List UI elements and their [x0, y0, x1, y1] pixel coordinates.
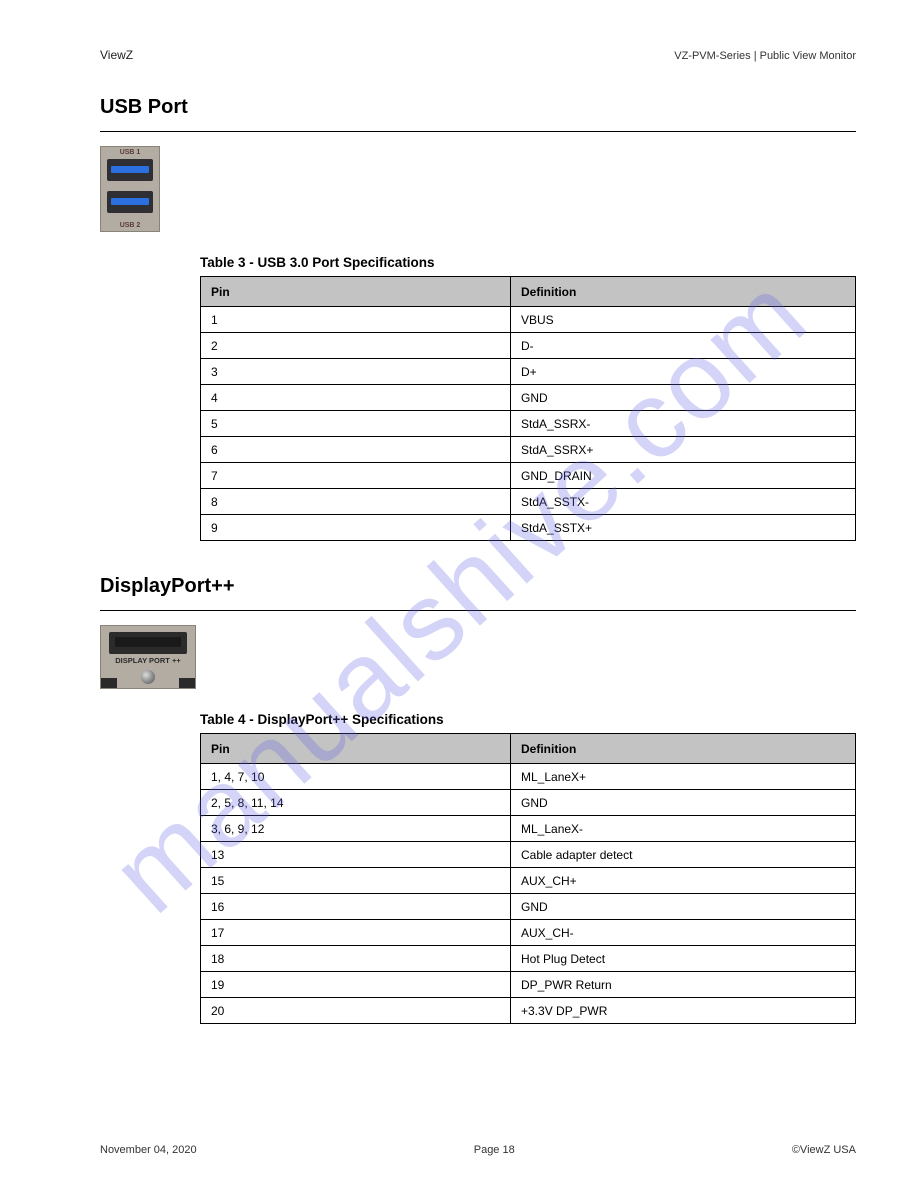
table-cell: StdA_SSTX+: [511, 515, 856, 541]
table-cell: 2: [201, 333, 511, 359]
usb-port-2-icon: [107, 191, 153, 213]
footer-page: Page 18: [474, 1144, 515, 1156]
bracket-right-icon: [179, 678, 195, 688]
table-row: 6StdA_SSRX+: [201, 437, 856, 463]
table-cell: +3.3V DP_PWR: [511, 998, 856, 1024]
table-block: Table 3 - USB 3.0 Port Specifications Pi…: [200, 255, 856, 541]
displayport-photo: DISPLAY PORT ++: [100, 625, 196, 689]
table-row: 3D+: [201, 359, 856, 385]
col-pin: Pin: [201, 734, 511, 764]
table-cell: 16: [201, 894, 511, 920]
table-cell: 17: [201, 920, 511, 946]
table-cell: 1: [201, 307, 511, 333]
table-row: 15AUX_CH+: [201, 868, 856, 894]
displayport-connector-icon: [109, 632, 187, 654]
section-title: DisplayPort++: [100, 575, 856, 598]
section-rule: [100, 610, 856, 611]
table-cell: 3: [201, 359, 511, 385]
bracket-left-icon: [101, 678, 117, 688]
footer-copyright: ©ViewZ USA: [792, 1144, 856, 1156]
table-row: 13Cable adapter detect: [201, 842, 856, 868]
table-cell: StdA_SSTX-: [511, 489, 856, 515]
table-row: 19DP_PWR Return: [201, 972, 856, 998]
table-row: 9StdA_SSTX+: [201, 515, 856, 541]
table-cell: StdA_SSRX+: [511, 437, 856, 463]
col-definition: Definition: [511, 277, 856, 307]
table-cell: Cable adapter detect: [511, 842, 856, 868]
table-row: 7GND_DRAIN: [201, 463, 856, 489]
table-cell: GND_DRAIN: [511, 463, 856, 489]
col-pin: Pin: [201, 277, 511, 307]
page-footer: November 04, 2020 Page 18 ©ViewZ USA: [100, 1144, 856, 1156]
usb-label-top: USB 1: [101, 149, 159, 156]
table-cell: 2, 5, 8, 11, 14: [201, 790, 511, 816]
table-cell: 4: [201, 385, 511, 411]
table-cell: 19: [201, 972, 511, 998]
table-row: 18Hot Plug Detect: [201, 946, 856, 972]
usb-spec-table: Pin Definition 1VBUS2D-3D+4GND5StdA_SSRX…: [200, 276, 856, 541]
table-cell: 13: [201, 842, 511, 868]
table-block: Table 4 - DisplayPort++ Specifications P…: [200, 712, 856, 1024]
dp-table-body: 1, 4, 7, 10ML_LaneX+2, 5, 8, 11, 14GND3,…: [201, 764, 856, 1024]
table-cell: GND: [511, 894, 856, 920]
table-row: 3, 6, 9, 12ML_LaneX-: [201, 816, 856, 842]
table-cell: 3, 6, 9, 12: [201, 816, 511, 842]
usb-label-bottom: USB 2: [101, 222, 159, 229]
table-cell: 1, 4, 7, 10: [201, 764, 511, 790]
page: ViewZ VZ-PVM-Series | Public View Monito…: [0, 0, 918, 1188]
table-cell: AUX_CH+: [511, 868, 856, 894]
table-row: 2D-: [201, 333, 856, 359]
table-cell: 20: [201, 998, 511, 1024]
table-caption: Table 4 - DisplayPort++ Specifications: [200, 712, 856, 727]
brand: ViewZ: [100, 48, 133, 62]
table-cell: StdA_SSRX-: [511, 411, 856, 437]
table-row: 16GND: [201, 894, 856, 920]
page-header: ViewZ VZ-PVM-Series | Public View Monito…: [100, 48, 856, 62]
table-row: 8StdA_SSTX-: [201, 489, 856, 515]
table-cell: Hot Plug Detect: [511, 946, 856, 972]
section-rule: [100, 131, 856, 132]
table-cell: ML_LaneX-: [511, 816, 856, 842]
table-cell: ML_LaneX+: [511, 764, 856, 790]
table-row: 4GND: [201, 385, 856, 411]
table-cell: D+: [511, 359, 856, 385]
section-usb: USB Port USB 1 USB 2 Table 3 - USB 3.0 P…: [100, 96, 856, 541]
table-cell: 15: [201, 868, 511, 894]
table-cell: 6: [201, 437, 511, 463]
usb-port-photo: USB 1 USB 2: [100, 146, 160, 232]
usb-table-body: 1VBUS2D-3D+4GND5StdA_SSRX-6StdA_SSRX+7GN…: [201, 307, 856, 541]
table-row: 2, 5, 8, 11, 14GND: [201, 790, 856, 816]
table-header-row: Pin Definition: [201, 734, 856, 764]
footer-date: November 04, 2020: [100, 1144, 197, 1156]
section-displayport: DisplayPort++ DISPLAY PORT ++ Table 4 - …: [100, 575, 856, 1024]
dp-spec-table: Pin Definition 1, 4, 7, 10ML_LaneX+2, 5,…: [200, 733, 856, 1024]
table-cell: 18: [201, 946, 511, 972]
section-title: USB Port: [100, 96, 856, 119]
table-row: 20+3.3V DP_PWR: [201, 998, 856, 1024]
table-cell: DP_PWR Return: [511, 972, 856, 998]
table-header-row: Pin Definition: [201, 277, 856, 307]
table-cell: GND: [511, 385, 856, 411]
table-cell: 8: [201, 489, 511, 515]
doc-reference: VZ-PVM-Series | Public View Monitor: [674, 50, 856, 62]
table-cell: VBUS: [511, 307, 856, 333]
col-definition: Definition: [511, 734, 856, 764]
table-row: 17AUX_CH-: [201, 920, 856, 946]
table-cell: AUX_CH-: [511, 920, 856, 946]
table-cell: 5: [201, 411, 511, 437]
table-cell: D-: [511, 333, 856, 359]
table-row: 5StdA_SSRX-: [201, 411, 856, 437]
table-row: 1VBUS: [201, 307, 856, 333]
displayport-label: DISPLAY PORT ++: [101, 656, 195, 665]
table-caption: Table 3 - USB 3.0 Port Specifications: [200, 255, 856, 270]
table-cell: 9: [201, 515, 511, 541]
usb-port-1-icon: [107, 159, 153, 181]
table-cell: GND: [511, 790, 856, 816]
table-cell: 7: [201, 463, 511, 489]
table-row: 1, 4, 7, 10ML_LaneX+: [201, 764, 856, 790]
screw-icon: [141, 670, 155, 684]
